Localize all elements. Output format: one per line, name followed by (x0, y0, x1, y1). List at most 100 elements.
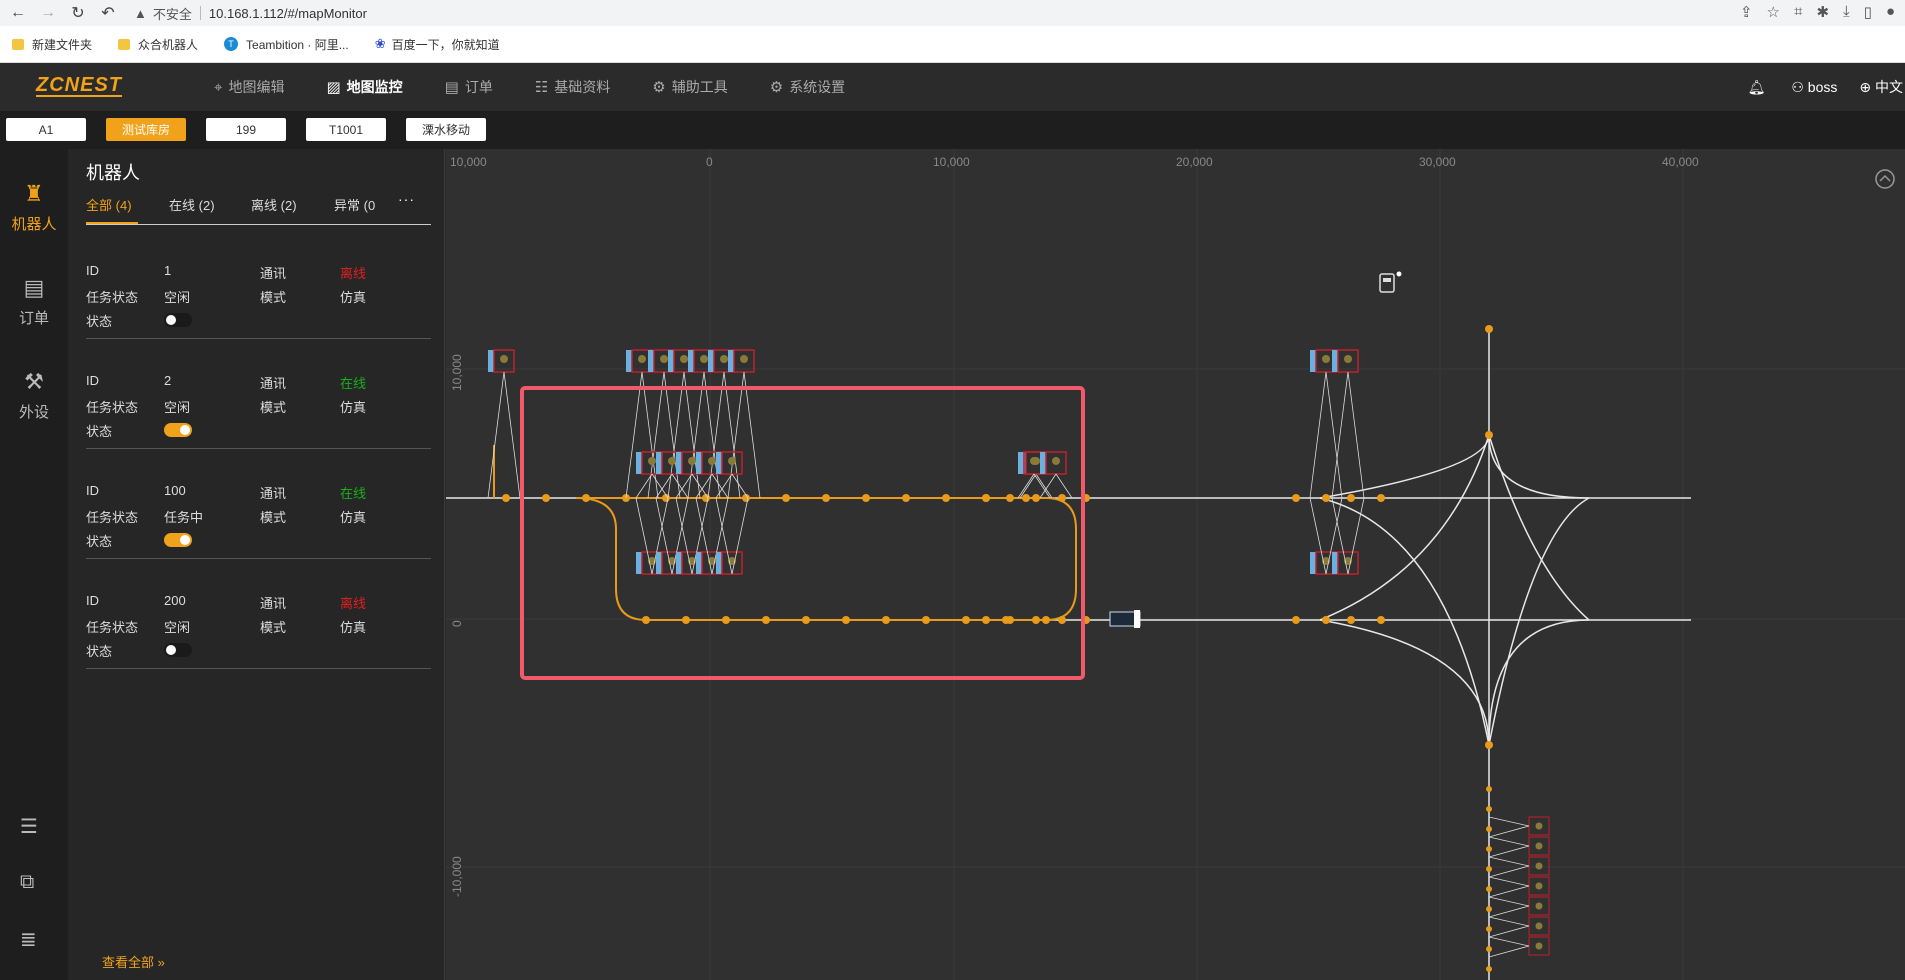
map-node (1006, 494, 1014, 502)
map-node (942, 494, 950, 502)
station-slot (1535, 862, 1543, 870)
top-nav: ⌖ 地图编辑 ▨ 地图监控 ▤ 订单 ☷ 基础资料 ⚙ 辅助工具 ⚙ 系统设置 (214, 63, 887, 111)
reset-view-icon[interactable] (1875, 169, 1895, 189)
nav-map-edit[interactable]: ⌖ 地图编辑 (214, 77, 284, 97)
map-pin-icon: ⌖ (214, 78, 223, 96)
x-tick-label: 20,000 (1176, 155, 1213, 169)
bell-icon[interactable]: 🔔︎ (1748, 79, 1766, 96)
forward-icon[interactable]: → (36, 1, 60, 25)
user-menu[interactable]: ⚇ boss (1791, 79, 1837, 96)
map-node (1486, 966, 1492, 972)
filter-chip-warehouse[interactable]: 测试库房 (106, 118, 186, 141)
selection-highlight (520, 386, 1085, 680)
tab-offline[interactable]: 离线 (2) (251, 195, 297, 214)
map-node (1032, 616, 1040, 624)
rail-item-orders[interactable]: ▤ 订单 (0, 275, 68, 328)
nav-base-data[interactable]: ☷ 基础资料 (535, 77, 610, 97)
map-canvas[interactable]: 10,000 0 10,000 20,000 30,000 40,000 10,… (446, 149, 1905, 980)
map-node (922, 616, 930, 624)
robot-state-toggle[interactable] (164, 423, 192, 437)
map-node (1486, 926, 1492, 932)
back-icon[interactable]: ← (6, 1, 30, 25)
tab-online[interactable]: 在线 (2) (169, 195, 215, 214)
rail-item-robots[interactable]: ♜ 机器人 (0, 181, 68, 234)
extension-icon[interactable]: ✱ (1816, 3, 1829, 21)
language-switch[interactable]: ⊕ 中文 (1859, 77, 1903, 97)
robot-mode: 仿真 (340, 510, 367, 525)
robot-state-toggle[interactable] (164, 643, 192, 657)
station-slot (1535, 902, 1543, 910)
robot-marker[interactable] (1109, 610, 1141, 628)
robot-state-toggle[interactable] (164, 313, 192, 327)
layers-icon[interactable]: ⧉ (20, 871, 34, 894)
folder-icon (12, 38, 24, 50)
map-node (502, 494, 510, 502)
indent-icon[interactable]: ≣ (20, 927, 37, 952)
url-text: 10.168.1.112/#/mapMonitor (208, 5, 367, 21)
robot-card[interactable]: ID 1 通讯 离线 任务状态 空闲 模式 仿真 状态 (86, 249, 431, 339)
bookmark-baidu[interactable]: ❀ 百度一下，你就知道 (375, 36, 500, 53)
map-node (1022, 494, 1030, 502)
download-icon[interactable]: ⤓ (1843, 3, 1850, 21)
nav-system-settings[interactable]: ⚙ 系统设置 (770, 77, 845, 97)
x-tick-label: 10,000 (450, 155, 487, 169)
tab-all[interactable]: 全部 (4) (86, 195, 132, 214)
rail-item-peripherals[interactable]: ⚒ 外设 (0, 369, 68, 422)
map-node (782, 494, 790, 502)
bookmark-zhonghe[interactable]: 众合机器人 (118, 36, 198, 53)
filter-chip-area[interactable]: A1 (6, 118, 86, 141)
reload-icon[interactable]: ↻ (66, 1, 90, 25)
nav-map-monitor[interactable]: ▨ 地图监控 (326, 77, 402, 97)
undo-icon[interactable]: ↶ (96, 1, 120, 25)
bookmark-teambition[interactable]: T Teambition · 阿里... (224, 36, 349, 53)
sidebar-icon[interactable]: ▯ (1864, 3, 1872, 21)
storage-station (1040, 451, 1067, 475)
share-icon[interactable]: ⇪ (1740, 3, 1753, 21)
bookmark-new-folder[interactable]: 新建文件夹 (12, 36, 92, 53)
robot-card[interactable]: ID 2 通讯 在线 任务状态 空闲 模式 仿真 状态 (86, 359, 431, 449)
filter-chip-t1001[interactable]: T1001 (306, 118, 386, 141)
document-icon: ▤ (444, 79, 459, 96)
filter-chip-lishui[interactable]: 溧水移动 (406, 118, 486, 141)
robot-task-status: 空闲 (164, 400, 191, 415)
nav-aux-tools[interactable]: ⚙ 辅助工具 (652, 77, 727, 97)
map-svg[interactable]: 10,000 0 10,000 20,000 30,000 40,000 10,… (446, 149, 1905, 980)
map-node (762, 616, 770, 624)
robot-state-toggle[interactable] (164, 533, 192, 547)
map-nodes (502, 325, 1493, 972)
view-all-link[interactable]: 查看全部 » (102, 952, 165, 971)
robot-task-status: 空闲 (164, 290, 191, 305)
tab-error[interactable]: 异常 (0 (334, 195, 386, 214)
baidu-paw-icon: ❀ (374, 36, 386, 51)
map-node (842, 616, 850, 624)
station-link (1488, 916, 1530, 938)
map-node (982, 494, 990, 502)
logo: ZCNEST (36, 74, 122, 97)
map-node (822, 494, 830, 502)
more-icon[interactable]: ··· (398, 191, 415, 207)
x-tick-label: 10,000 (933, 155, 970, 169)
map-stations (487, 349, 1550, 958)
filter-bar: A1 测试库房 199 T1001 溧水移动 (0, 111, 1905, 149)
align-icon[interactable]: ☰ (20, 814, 38, 839)
address-bar[interactable]: ▲ 不安全 10.168.1.112/#/mapMonitor (134, 2, 1644, 24)
y-tick-label: 10,000 (450, 354, 464, 391)
map-node (1322, 616, 1330, 624)
folder-icon (118, 38, 131, 50)
robot-icon: ♜ (24, 181, 44, 206)
insecure-label: 不安全 (152, 6, 192, 22)
map-node (1322, 494, 1330, 502)
robot-card[interactable]: ID 200 通讯 离线 任务状态 空闲 模式 仿真 状态 (86, 579, 431, 669)
robot-card[interactable]: ID 100 通讯 在线 任务状态 任务中 模式 仿真 状态 (86, 469, 431, 559)
map-node (982, 616, 990, 624)
map-node (1058, 616, 1066, 624)
filter-chip-199[interactable]: 199 (206, 118, 286, 141)
nav-orders[interactable]: ▤ 订单 (445, 77, 493, 97)
app-header: ZCNEST ⌖ 地图编辑 ▨ 地图监控 ▤ 订单 ☷ 基础资料 ⚙ 辅助工具 ⚙ 系统设置… (0, 63, 1905, 111)
profile-icon[interactable]: ● (1886, 3, 1895, 21)
crop-icon[interactable]: ⌗ (1794, 3, 1802, 21)
robot-mode: 仿真 (340, 400, 367, 415)
star-icon[interactable]: ☆ (1767, 3, 1780, 21)
bookmarks-bar: 新建文件夹 众合机器人 T Teambition · 阿里... ❀ 百度一下，你就… (0, 26, 1905, 63)
map-node (1486, 846, 1492, 852)
